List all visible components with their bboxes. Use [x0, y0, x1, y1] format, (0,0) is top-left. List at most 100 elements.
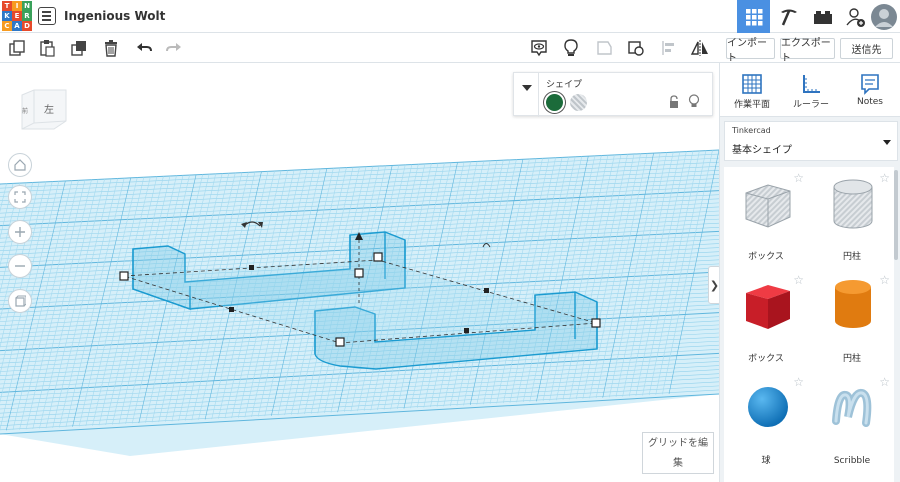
light-bulb-icon: [564, 39, 578, 56]
logo-letter: K: [2, 11, 12, 21]
shape-grid: ☆ ボックス ☆ 円柱 ☆ ボックス ☆ 円柱 ☆ 球 ☆ Scribble: [724, 167, 894, 482]
tab-ruler[interactable]: ルーラー: [783, 71, 839, 110]
lock-icon[interactable]: [669, 95, 679, 109]
library-caption: Tinkercad: [732, 126, 771, 135]
library-value: 基本シェイプ: [732, 145, 792, 156]
chevron-right-icon: ❯: [709, 278, 720, 292]
shapes-scrollbar[interactable]: [894, 170, 898, 260]
selected-shapes[interactable]: [0, 64, 719, 482]
fit-icon: [14, 191, 26, 203]
view-cube[interactable]: 前 左: [18, 89, 68, 130]
shape-label: ボックス: [748, 252, 784, 262]
favorite-star-icon[interactable]: ☆: [793, 375, 804, 389]
logo-letter: T: [2, 1, 12, 11]
tab-ruler-label: ルーラー: [792, 100, 829, 110]
zoom-out-button[interactable]: [8, 254, 32, 278]
avatar[interactable]: [868, 0, 900, 33]
import-button[interactable]: インポート: [726, 38, 775, 64]
panel-tabs: 作業平面 ルーラー Notes: [720, 63, 900, 117]
logo-letter: R: [22, 11, 32, 21]
fit-view-button[interactable]: [8, 185, 32, 209]
cylinder-icon: [835, 280, 871, 328]
project-title[interactable]: Ingenious Wolt: [64, 9, 165, 23]
hole-swatch[interactable]: [570, 94, 587, 111]
align-button[interactable]: [657, 36, 681, 60]
duplicate-button[interactable]: [67, 36, 91, 60]
export-button[interactable]: エクスポート: [780, 38, 835, 64]
zoom-in-button[interactable]: [8, 220, 32, 244]
trash-icon: [105, 40, 117, 57]
perspective-button[interactable]: [8, 289, 32, 313]
bricks-button[interactable]: [806, 0, 839, 33]
home-view-button[interactable]: [8, 153, 32, 177]
tab-workplane-label: 作業平面: [733, 100, 770, 110]
grid-view-icon: [745, 8, 762, 25]
collapse-arrow-icon[interactable]: [522, 85, 532, 93]
pickaxe-button[interactable]: [772, 0, 805, 33]
shape-label: 円柱: [842, 252, 861, 262]
shape-library-select[interactable]: Tinkercad 基本シェイプ: [724, 121, 898, 161]
avatar-icon: [871, 3, 897, 30]
show-all-button[interactable]: [527, 36, 551, 60]
logo-letter: I: [12, 1, 22, 11]
delete-button[interactable]: [99, 36, 123, 60]
tab-workplane[interactable]: 作業平面: [724, 71, 780, 110]
favorite-star-icon[interactable]: ☆: [879, 171, 890, 185]
favorite-star-icon[interactable]: ☆: [793, 171, 804, 185]
light-bulb-button[interactable]: [559, 36, 583, 60]
logo-letter: D: [22, 21, 32, 31]
solid-color-swatch[interactable]: [546, 94, 563, 111]
design-list-icon[interactable]: [38, 7, 56, 25]
panel-divider: [538, 73, 539, 117]
scribble-icon: [832, 388, 872, 427]
undo-button[interactable]: [132, 36, 156, 60]
shape-label: Scribble: [833, 456, 871, 466]
align-icon: [662, 41, 674, 55]
home-icon: [14, 159, 26, 171]
favorite-star-icon[interactable]: ☆: [793, 273, 804, 287]
shape-cylinder[interactable]: ☆ 円柱: [810, 269, 894, 371]
redo-button[interactable]: [162, 36, 186, 60]
shape-box[interactable]: ☆ ボックス: [724, 269, 808, 371]
paste-button[interactable]: [35, 36, 59, 60]
ungroup-icon: [628, 41, 644, 56]
logo-letter: E: [12, 11, 22, 21]
undo-icon: [137, 43, 152, 52]
tab-notes[interactable]: Notes: [842, 71, 898, 107]
send-to-button[interactable]: 送信先: [840, 38, 893, 59]
edit-grid-button[interactable]: グリッドを編 集: [642, 432, 714, 474]
zoom-in-icon: [15, 227, 25, 237]
shape-panel-title: シェイプ: [546, 80, 583, 90]
copy-icon: [9, 40, 25, 56]
perspective-icon: [15, 295, 26, 307]
redo-icon: [166, 43, 181, 52]
group-button[interactable]: [592, 36, 616, 60]
favorite-star-icon[interactable]: ☆: [879, 273, 890, 287]
shape-scribble[interactable]: ☆ Scribble: [810, 371, 894, 473]
duplicate-icon: [71, 41, 86, 56]
shape-properties-panel: シェイプ: [513, 72, 713, 117]
show-all-icon: [531, 40, 547, 57]
workplane-icon: [742, 74, 762, 94]
logo-letter: C: [2, 21, 12, 31]
logo-letter: N: [22, 1, 32, 11]
zoom-out-icon: [15, 265, 25, 267]
edit-toolbar: インポート エクスポート 送信先: [0, 33, 900, 64]
shape-label: 球: [761, 456, 771, 466]
svg-text:前: 前: [22, 107, 28, 115]
mirror-button[interactable]: [688, 36, 712, 60]
shape-label: ボックス: [748, 354, 784, 364]
workplane-canvas[interactable]: 前 左 シェイプ グリッドを編 集: [0, 64, 719, 482]
group-icon: [597, 41, 612, 55]
paste-icon: [40, 40, 55, 57]
tinkercad-logo[interactable]: TINKERCAD: [2, 1, 32, 31]
ungroup-button[interactable]: [624, 36, 648, 60]
light-bulb-icon[interactable]: [688, 94, 700, 109]
shape-sphere[interactable]: ☆ 球: [724, 371, 808, 473]
favorite-star-icon[interactable]: ☆: [879, 375, 890, 389]
top-bar: TINKERCAD Ingenious Wolt: [0, 0, 900, 33]
shape-box-hole[interactable]: ☆ ボックス: [724, 167, 808, 269]
copy-button[interactable]: [5, 36, 29, 60]
shape-cylinder-hole[interactable]: ☆ 円柱: [810, 167, 894, 269]
grid-view-button[interactable]: [737, 0, 770, 33]
